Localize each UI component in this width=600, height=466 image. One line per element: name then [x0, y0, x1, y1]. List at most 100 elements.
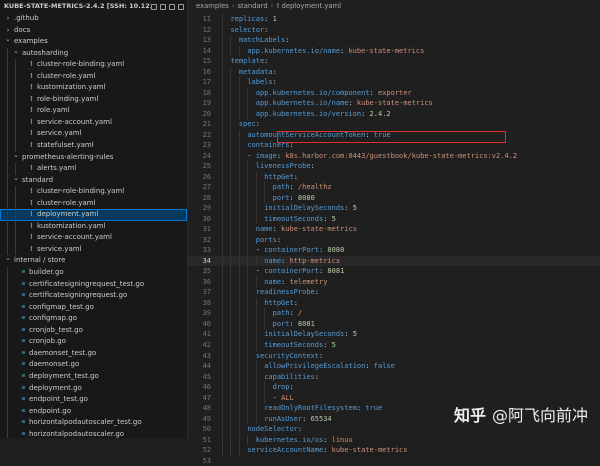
- code-line[interactable]: 20 app.kubernetes.io/version: 2.4.2: [188, 108, 600, 120]
- tree-file[interactable]: ! statefulset.yaml: [0, 140, 187, 152]
- code-line[interactable]: 32 ports:: [188, 234, 600, 246]
- code-line[interactable]: 35 - containerPort: 8081: [188, 266, 600, 277]
- code-text: nodeSelector:: [247, 424, 302, 435]
- tree-file[interactable]: ≡ configmap_test.go: [0, 301, 187, 314]
- code-line[interactable]: 43 securityContext:: [188, 350, 600, 362]
- tree-file[interactable]: ! role-binding.yaml: [0, 93, 187, 106]
- tree-file[interactable]: ≡ cronjob_test.go: [0, 324, 187, 337]
- code-line[interactable]: 44 allowPrivilegeEscalation: false: [188, 361, 600, 372]
- tree-item-label: service-account.yaml: [37, 233, 112, 242]
- tree-file[interactable]: ≡ daemonset_test.go: [0, 347, 187, 360]
- code-line[interactable]: 23 containers:: [188, 140, 600, 151]
- code-line[interactable]: 17 labels:: [188, 77, 600, 88]
- tree-file[interactable]: ! kustomization.yaml: [0, 220, 187, 233]
- tree-file[interactable]: ! kustomization.yaml: [0, 82, 187, 94]
- tree-file[interactable]: ≡ horizontalpodautoscaler.go: [0, 428, 187, 438]
- tree-file[interactable]: ≡ daemonset.go: [0, 359, 187, 371]
- tree-file[interactable]: ! service.yaml: [0, 243, 187, 256]
- chevron-right-icon[interactable]: ›: [4, 13, 12, 25]
- tree-folder[interactable]: › .github: [0, 13, 187, 25]
- code-line[interactable]: 30 timeoutSeconds: 5: [188, 213, 600, 225]
- code-line[interactable]: 45 capabilities:: [188, 371, 600, 383]
- code-line[interactable]: 12 selector:: [188, 24, 600, 36]
- code-line[interactable]: 25 livenessProbe:: [188, 161, 600, 172]
- tree-file[interactable]: ! service.yaml: [0, 128, 187, 141]
- tree-file[interactable]: ! service-account.yaml: [0, 116, 187, 129]
- code-line[interactable]: 42 timeoutSeconds: 5: [188, 339, 600, 351]
- tree-file[interactable]: ≡ deployment.go: [0, 382, 187, 395]
- tree-file[interactable]: ! cluster-role-binding.yaml: [0, 186, 187, 198]
- code-line[interactable]: 36 name: telemetry: [188, 276, 600, 288]
- code-line[interactable]: 11 replicas: 1: [188, 14, 600, 25]
- code-line[interactable]: 18 app.kubernetes.io/component: exporter: [188, 87, 600, 99]
- code-token: timeoutSeconds: [264, 340, 324, 349]
- code-lines[interactable]: 11 replicas: 1 12 selector: 13 matchLabels: 14…: [188, 14, 600, 466]
- tree-file[interactable]: ≡ configmap.go: [0, 313, 187, 325]
- chevron-down-icon[interactable]: ⌄: [12, 150, 20, 162]
- code-line[interactable]: 38 httpGet:: [188, 297, 600, 309]
- tree-file[interactable]: ≡ endpoint_test.go: [0, 394, 187, 406]
- tree-file[interactable]: ! role.yaml: [0, 105, 187, 117]
- tree-file[interactable]: ≡ certificatesigningrequest.go: [0, 290, 187, 302]
- tree-folder[interactable]: ⌄ examples: [0, 34, 187, 48]
- code-line[interactable]: 24 - image: k8s.harbor.com:8443/guestbook…: [188, 150, 600, 162]
- tree-file[interactable]: ≡ certificatesigningrequest_test.go: [0, 278, 187, 291]
- code-line[interactable]: 37 readinessProbe:: [188, 287, 600, 298]
- code-line[interactable]: 40 port: 8081: [188, 318, 600, 330]
- new-file-icon[interactable]: [151, 3, 157, 10]
- indent-guide: [247, 276, 249, 288]
- workspace-title[interactable]: KUBE-STATE-METRICS-2.4.2 [SSH: 10.121.19…: [4, 0, 151, 13]
- code-line[interactable]: 22 automountServiceAccountToken: true: [188, 129, 600, 141]
- code-line[interactable]: 33 - containerPort: 8080: [188, 245, 600, 256]
- chevron-down-icon[interactable]: ⌄: [12, 173, 20, 185]
- indent-guide: [255, 255, 257, 267]
- tree-file[interactable]: ! deployment.yaml: [0, 209, 187, 221]
- tree-file[interactable]: ! service-account.yaml: [0, 232, 187, 244]
- refresh-icon[interactable]: [169, 3, 175, 10]
- tree-folder[interactable]: › docs: [0, 25, 187, 37]
- code-line[interactable]: 46 drop:: [188, 382, 600, 393]
- tree-folder[interactable]: ⌄ standard: [0, 173, 187, 187]
- tree-file[interactable]: ! cluster-role.yaml: [0, 197, 187, 210]
- code-line[interactable]: 19 app.kubernetes.io/name: kube-state-met…: [188, 98, 600, 109]
- tree-file[interactable]: ≡ endpoint.go: [0, 405, 187, 418]
- tree-file[interactable]: ! cluster-role.yaml: [0, 70, 187, 83]
- code-line[interactable]: 51 kubernetes.io/os: linux: [188, 434, 600, 446]
- tree-file[interactable]: ! alerts.yaml: [0, 163, 187, 175]
- chevron-down-icon[interactable]: ⌄: [12, 46, 20, 58]
- chevron-down-icon[interactable]: ⌄: [4, 253, 12, 265]
- code-line[interactable]: 13 matchLabels:: [188, 35, 600, 46]
- breadcrumb-item-1[interactable]: standard: [238, 2, 268, 10]
- line-number: 50: [202, 425, 211, 434]
- code-line[interactable]: 21 spec:: [188, 119, 600, 130]
- code-line[interactable]: 26 httpGet:: [188, 171, 600, 183]
- indent-guide: [238, 108, 240, 120]
- tree-file[interactable]: ≡ deployment_test.go: [0, 370, 187, 383]
- code-editor[interactable]: examples › standard ›! deployment.yaml 11 rep…: [188, 0, 600, 465]
- breadcrumb-item-2[interactable]: deployment.yaml: [282, 2, 342, 10]
- code-line[interactable]: 14 app.kubernetes.io/name: kube-state-met…: [188, 45, 600, 57]
- tree-item-label: service-account.yaml: [37, 117, 112, 126]
- tree-folder[interactable]: ⌄ internal / store: [0, 253, 187, 267]
- new-folder-icon[interactable]: [160, 3, 166, 10]
- collapse-all-icon[interactable]: [178, 3, 184, 10]
- code-line[interactable]: 53: [188, 456, 600, 466]
- tree-file[interactable]: ≡ builder.go: [0, 267, 187, 279]
- tree-file[interactable]: ≡ cronjob.go: [0, 336, 187, 348]
- code-line[interactable]: 39 path: /: [188, 308, 600, 319]
- tree-folder[interactable]: ⌄ prometheus-alerting-rules: [0, 150, 187, 164]
- code-line[interactable]: 52 serviceAccountName: kube-state-metrics: [188, 445, 600, 456]
- code-line[interactable]: 29 initialDelaySeconds: 5: [188, 203, 600, 214]
- tree-file[interactable]: ! cluster-role-binding.yaml: [0, 59, 187, 71]
- code-line[interactable]: 34 name: http-metrics: [188, 255, 600, 267]
- code-line[interactable]: 27 path: /healthz: [188, 182, 600, 193]
- code-line[interactable]: 15 template:: [188, 56, 600, 67]
- code-line[interactable]: 16 metadata:: [188, 66, 600, 78]
- code-line[interactable]: 28 port: 8080: [188, 192, 600, 204]
- tree-folder[interactable]: ⌄ autosharding: [0, 46, 187, 60]
- code-line[interactable]: 41 initialDelaySeconds: 5: [188, 329, 600, 340]
- code-line[interactable]: 31 name: kube-state-metrics: [188, 224, 600, 235]
- tree-file[interactable]: ≡ horizontalpodautoscaler_test.go: [0, 417, 187, 429]
- breadcrumb-item-0[interactable]: examples: [196, 2, 229, 10]
- chevron-down-icon[interactable]: ⌄: [4, 34, 12, 46]
